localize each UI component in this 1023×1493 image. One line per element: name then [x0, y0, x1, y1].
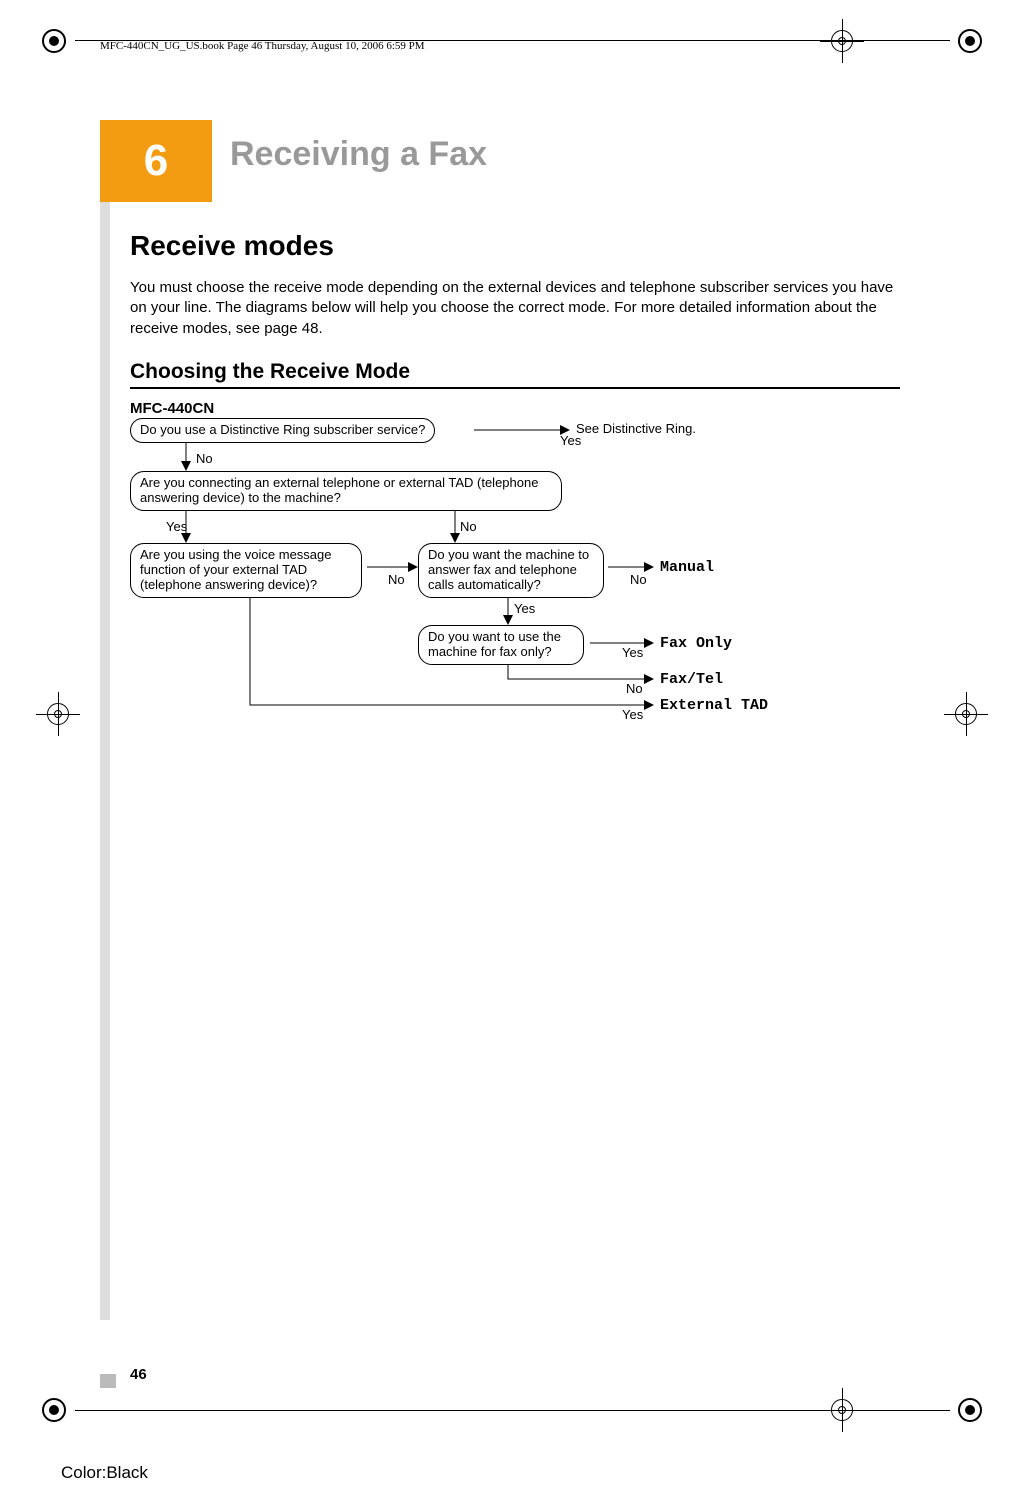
- page: MFC-440CN_UG_US.book Page 46 Thursday, A…: [0, 0, 1023, 1493]
- flow-result-external-tad: External TAD: [660, 697, 768, 714]
- crop-bullseye: [40, 1396, 68, 1424]
- crop-bullseye: [956, 1396, 984, 1424]
- flow-label-no: No: [196, 451, 213, 466]
- crop-registration: [820, 19, 864, 63]
- flow-node-q5: Do you want to use the machine for fax o…: [418, 625, 584, 665]
- color-separation-label: Color:Black: [61, 1463, 148, 1483]
- flow-result-manual: Manual: [660, 559, 714, 576]
- flow-node-q1: Do you use a Distinctive Ring subscriber…: [130, 418, 435, 443]
- flow-result-distinctive: See Distinctive Ring.: [576, 421, 696, 436]
- flow-label-no: No: [388, 572, 405, 587]
- flow-label-yes: Yes: [622, 645, 643, 660]
- section-heading: Receive modes: [130, 230, 334, 262]
- section-body: You must choose the receive mode dependi…: [130, 278, 900, 339]
- page-number-tab: [100, 1374, 116, 1388]
- flow-label-yes: Yes: [622, 707, 643, 722]
- flow-label-no: No: [626, 681, 643, 696]
- flow-node-q4: Do you want the machine to answer fax an…: [418, 543, 604, 598]
- flow-label-no: No: [630, 572, 647, 587]
- subsection-heading: Choosing the Receive Mode: [130, 360, 900, 389]
- chapter-number-box: 6: [100, 120, 212, 202]
- crop-registration: [36, 692, 80, 736]
- flow-node-q3: Are you using the voice message function…: [130, 543, 362, 598]
- flow-label-no: No: [460, 519, 477, 534]
- crop-line: [75, 1410, 950, 1411]
- flow-result-faxtel: Fax/Tel: [660, 671, 723, 688]
- crop-line: [75, 40, 950, 41]
- flow-node-q2: Are you connecting an external telephone…: [130, 471, 562, 511]
- page-number: 46: [130, 1366, 147, 1383]
- side-tab: [100, 120, 110, 1320]
- flow-label-yes: Yes: [166, 519, 187, 534]
- pdf-header-line: MFC-440CN_UG_US.book Page 46 Thursday, A…: [100, 40, 425, 52]
- chapter-title: Receiving a Fax: [230, 135, 487, 174]
- flow-label-yes: Yes: [514, 601, 535, 616]
- flowchart: Do you use a Distinctive Ring subscriber…: [130, 415, 920, 745]
- crop-registration: [944, 692, 988, 736]
- crop-bullseye: [956, 27, 984, 55]
- crop-bullseye: [40, 27, 68, 55]
- flow-result-faxonly: Fax Only: [660, 635, 732, 652]
